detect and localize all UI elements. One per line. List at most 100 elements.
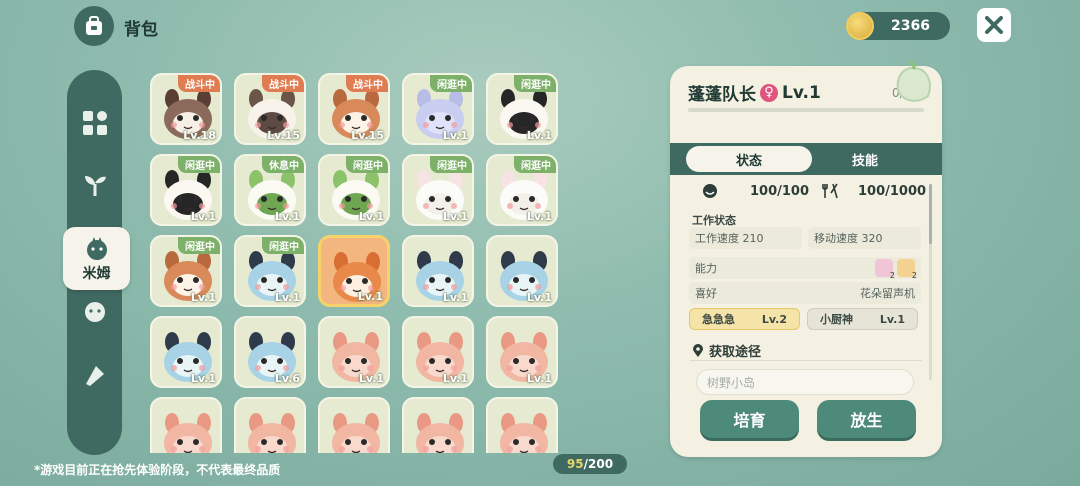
creature-slot[interactable] — [486, 397, 558, 453]
release-button[interactable]: 放生 — [817, 400, 916, 438]
storage-count-total: /200 — [583, 457, 614, 471]
creature-grid: 战斗中 Lv.18 战斗中 Lv.15 战斗中 Lv.15 闲逛中 Lv.1 闲逛中 Lv.1 闲逛… — [150, 73, 560, 453]
sidebar-item-plants[interactable] — [67, 160, 122, 210]
creature-slot[interactable]: 战斗中 Lv.15 — [234, 73, 306, 145]
creature-slot[interactable]: 闲逛中 Lv.1 — [486, 154, 558, 226]
creature-slot[interactable]: 闲逛中 Lv.1 — [150, 154, 222, 226]
flower-ability-icon[interactable]: 2 — [875, 259, 895, 280]
creature-level: Lv.1 — [357, 290, 383, 303]
creature-level: Lv.1 — [526, 210, 552, 223]
acquire-source: 树野小岛 — [696, 369, 914, 395]
status-badge: 闲逛中 — [430, 75, 472, 92]
creature-slot[interactable] — [402, 397, 474, 453]
tab-status[interactable]: 状态 — [686, 146, 812, 172]
hobby-row: 喜好 花朵留声机 — [689, 282, 921, 304]
creature-level: Lv.1 — [442, 129, 468, 142]
creature-title: 蓬蓬队长 ♀ Lv.1 — [688, 80, 821, 106]
sidebar-item-furniture[interactable] — [67, 98, 122, 148]
creature-level: Lv.1 — [526, 129, 552, 142]
creature-slot[interactable]: Lv.1 — [150, 316, 222, 388]
train-button[interactable]: 培育 — [700, 400, 799, 438]
creature-slot[interactable] — [150, 397, 222, 453]
sidebar-item-mim[interactable]: 米姆 — [63, 227, 130, 290]
trait-level: Lv.2 — [761, 312, 787, 326]
female-icon: ♀ — [760, 83, 778, 102]
storage-count-current: 95 — [566, 457, 584, 471]
creature-level: Lv.1 — [358, 210, 384, 223]
creature-slot[interactable]: 战斗中 Lv.15 — [318, 73, 390, 145]
work-speed-box: 工作速度 210 — [689, 227, 802, 249]
creature-slot[interactable]: 闲逛中 Lv.1 — [318, 154, 390, 226]
close-icon — [985, 16, 1003, 34]
hand-ability-count: 2 — [911, 271, 917, 280]
early-access-notice: *游戏目前正在抢先体验阶段，不代表最终品质 — [34, 463, 281, 477]
flower-ability-count: 2 — [889, 271, 895, 280]
monkey-creature-icon — [416, 413, 464, 453]
creature-slot[interactable]: 休息中 Lv.1 — [234, 154, 306, 226]
backpack-icon — [74, 6, 114, 46]
sidebar-item-pets[interactable] — [67, 286, 122, 336]
creature-slot[interactable]: Lv.1 — [486, 235, 558, 307]
leaf-decoration-icon — [896, 60, 931, 102]
creature-level: Lv.18 — [183, 129, 216, 142]
trait-chip-1[interactable]: 急急急 Lv.2 — [689, 308, 800, 330]
hand-ability-icon[interactable]: 2 — [897, 259, 917, 280]
status-badge: 闲逛中 — [514, 156, 556, 173]
creature-level: Lv.15 — [351, 129, 384, 142]
ability-label: 能力 — [695, 262, 717, 275]
creature-slot[interactable] — [234, 397, 306, 453]
creature-slot[interactable]: 闲逛中 Lv.1 — [234, 235, 306, 307]
mim-icon — [86, 236, 107, 260]
creature-slot[interactable]: Lv.6 — [234, 316, 306, 388]
creature-slot[interactable]: 闲逛中 Lv.1 — [150, 235, 222, 307]
creature-slot[interactable]: 闲逛中 Lv.1 — [402, 154, 474, 226]
creature-slot[interactable]: Lv.1 — [402, 316, 474, 388]
location-pin-icon — [693, 343, 703, 357]
move-speed-label: 移动速度 — [814, 232, 858, 245]
close-button[interactable] — [977, 8, 1011, 42]
sidebar-item-items[interactable] — [67, 350, 122, 400]
creature-level: Lv.1 — [358, 372, 384, 385]
detail-tabbar: 状态 技能 — [670, 143, 942, 175]
acquire-section-title: 获取途径 — [692, 341, 761, 360]
creature-slot[interactable]: 战斗中 Lv.18 — [150, 73, 222, 145]
storage-count: 95/200 — [553, 454, 627, 474]
status-badge: 战斗中 — [346, 75, 388, 92]
creature-slot[interactable]: Lv.1 — [318, 316, 390, 388]
creature-slot[interactable]: Lv.1 — [486, 316, 558, 388]
creature-slot[interactable]: 闲逛中 Lv.1 — [486, 73, 558, 145]
status-badge: 战斗中 — [178, 75, 220, 92]
sprout-icon — [84, 176, 106, 196]
utensils-icon — [822, 180, 838, 202]
health-value: 100/100 — [750, 183, 810, 199]
detail-scrollbar-thumb[interactable] — [929, 184, 932, 244]
creature-slot[interactable]: Lv.1 — [318, 235, 390, 307]
creature-level: Lv.1 — [190, 372, 216, 385]
xp-progress-bar — [688, 108, 924, 112]
status-badge: 闲逛中 — [514, 75, 556, 92]
creature-level: Lv.1 — [274, 210, 300, 223]
tab-skills[interactable]: 技能 — [802, 146, 928, 172]
monkey-creature-icon — [248, 413, 296, 453]
status-badge: 战斗中 — [262, 75, 304, 92]
creature-icon — [84, 302, 105, 322]
creature-slot[interactable]: 闲逛中 Lv.1 — [402, 73, 474, 145]
sidebar-active-label: 米姆 — [82, 265, 111, 282]
status-badge: 闲逛中 — [430, 156, 472, 173]
coin-icon — [846, 12, 874, 40]
creature-name: 蓬蓬队长 — [688, 85, 756, 105]
monkey-creature-icon — [500, 413, 548, 453]
trait-name: 小厨神 — [820, 313, 853, 326]
creature-level: Lv.1 — [526, 291, 552, 304]
work-speed-label: 工作速度 — [695, 232, 739, 245]
leaf-icon — [85, 366, 104, 386]
stamina-value: 100/1000 — [858, 183, 927, 199]
hobby-label: 喜好 — [695, 287, 717, 300]
creature-level: Lv.15 — [267, 129, 300, 142]
move-speed-box: 移动速度 320 — [808, 227, 921, 249]
trait-name: 急急急 — [702, 313, 735, 326]
creature-slot[interactable]: Lv.1 — [402, 235, 474, 307]
face-icon — [702, 180, 718, 202]
trait-chip-2[interactable]: 小厨神 Lv.1 — [807, 308, 918, 330]
creature-slot[interactable] — [318, 397, 390, 453]
